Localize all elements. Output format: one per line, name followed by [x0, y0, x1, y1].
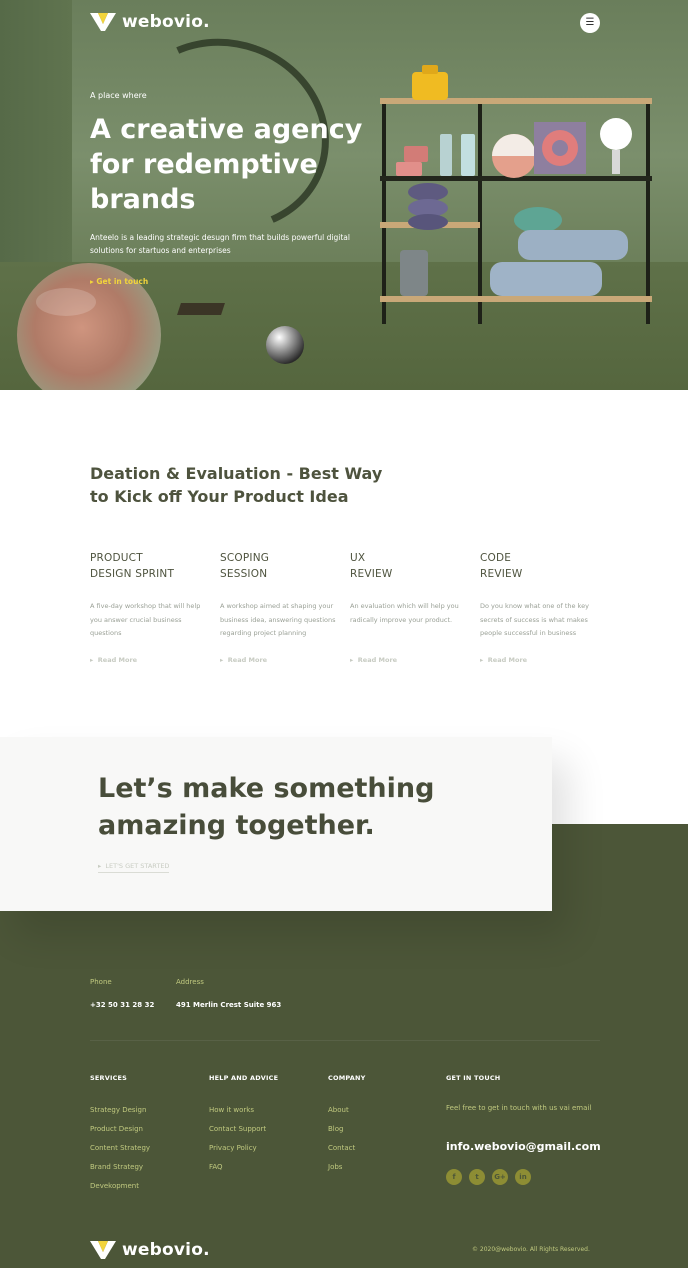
read-more-link[interactable]: ▸ Read More	[350, 656, 397, 664]
read-more-link[interactable]: ▸ Read More	[90, 656, 137, 664]
service-card-text: An evaluation which will help you radica…	[350, 602, 459, 624]
service-card-text: A five-day workshop that will help you a…	[90, 602, 201, 637]
footer-column-heading: COMPANY	[328, 1074, 366, 1082]
play-arrow-icon: ▸	[480, 656, 488, 664]
get-in-touch-text: Feel free to get in touch with us vai em…	[446, 1104, 592, 1112]
service-card-title-line: PRODUCT	[90, 552, 143, 564]
contact-email[interactable]: info.webovio@gmail.com	[446, 1140, 601, 1153]
twitter-icon[interactable]: t	[469, 1169, 485, 1185]
footer-link[interactable]: Product Design	[90, 1125, 150, 1144]
service-card-title-line: CODE	[480, 552, 512, 564]
hero-title-line: for redemptive	[90, 149, 318, 180]
read-more-label: Read More	[487, 656, 528, 664]
linkedin-icon[interactable]: in	[515, 1169, 531, 1185]
service-card-title-line: REVIEW	[350, 568, 393, 580]
play-arrow-icon: ▸	[350, 656, 358, 664]
footer-link[interactable]: About	[328, 1106, 366, 1125]
social-links: f t G+ in	[446, 1169, 531, 1185]
footer-column-services: SERVICES Strategy Design Product Design …	[90, 1074, 150, 1201]
footer-column-company: COMPANY About Blog Contact Jobs	[328, 1074, 366, 1182]
hero-section: webovio. ☰ A place where A creative agen…	[0, 0, 688, 390]
service-card: SCOPING SESSION A workshop aimed at shap…	[220, 550, 340, 664]
hero-title-line: brands	[90, 184, 196, 215]
footer-divider	[90, 1040, 600, 1041]
footer-link-list: Strategy Design Product Design Content S…	[90, 1106, 150, 1201]
service-card: CODE REVIEW Do you know what one of the …	[480, 550, 600, 664]
get-in-touch-label: Get in touch	[96, 277, 149, 286]
footer-link-list: How it works Contact Support Privacy Pol…	[209, 1106, 278, 1182]
lets-get-started-label: LET'S GET STARTED	[105, 862, 170, 870]
footer-link[interactable]: FAQ	[209, 1163, 278, 1182]
address-label: Address	[176, 978, 204, 986]
footer-link[interactable]: Devekopment	[90, 1182, 150, 1201]
footer-column-heading: GET IN TOUCH	[446, 1074, 501, 1082]
play-arrow-icon: ▸	[90, 656, 98, 664]
footer-link[interactable]: Content Strategy	[90, 1144, 150, 1163]
cta-title-line: amazing together.	[98, 810, 375, 841]
hero-plate-object	[177, 303, 225, 315]
header-logo[interactable]: webovio.	[90, 12, 210, 32]
footer-link[interactable]: Strategy Design	[90, 1106, 150, 1125]
hero-shelf-illustration	[380, 65, 652, 324]
phone-number[interactable]: +32 50 31 28 32	[90, 1001, 154, 1009]
service-card-title-line: UX	[350, 552, 366, 564]
address-value: 491 Merlin Crest Suite 963	[176, 1001, 282, 1009]
hero-title-line: A creative agency	[90, 114, 363, 145]
read-more-label: Read More	[227, 656, 268, 664]
footer-column-help: HELP AND ADVICE How it works Contact Sup…	[209, 1074, 278, 1182]
service-card-text: A workshop aimed at shaping your busines…	[220, 602, 336, 637]
cta-title: Let’s make something amazing together.	[98, 770, 458, 844]
phone-label: Phone	[90, 978, 112, 986]
process-title-line: to Kick off Your Product Idea	[90, 487, 349, 506]
google-plus-icon[interactable]: G+	[492, 1169, 508, 1185]
play-arrow-icon: ▸	[220, 656, 228, 664]
read-more-label: Read More	[97, 656, 138, 664]
hero-title: A creative agency for redemptive brands	[90, 112, 390, 217]
menu-button[interactable]: ☰	[580, 13, 600, 33]
process-title: Deation & Evaluation - Best Way to Kick …	[90, 462, 410, 508]
read-more-link[interactable]: ▸ Read More	[480, 656, 527, 664]
read-more-link[interactable]: ▸ Read More	[220, 656, 267, 664]
footer-link-list: About Blog Contact Jobs	[328, 1106, 366, 1182]
footer-logo[interactable]: webovio.	[90, 1240, 210, 1260]
footer-link[interactable]: Brand Strategy	[90, 1163, 150, 1182]
read-more-label: Read More	[357, 656, 398, 664]
footer-link[interactable]: Blog	[328, 1125, 366, 1144]
service-card: UX REVIEW An evaluation which will help …	[350, 550, 470, 664]
service-card-title: UX REVIEW	[350, 550, 470, 582]
logo-icon	[90, 13, 116, 31]
service-card-text: Do you know what one of the key secrets …	[480, 602, 589, 637]
hero-eyebrow: A place where	[90, 91, 147, 100]
service-card-title: SCOPING SESSION	[220, 550, 340, 582]
service-card-title-line: REVIEW	[480, 568, 523, 580]
footer-link[interactable]: Privacy Policy	[209, 1144, 278, 1163]
footer-column-heading: SERVICES	[90, 1074, 128, 1082]
cta-title-line: Let’s make something	[98, 773, 435, 804]
logo-icon	[90, 1241, 116, 1259]
hero-chrome-ball	[266, 326, 304, 364]
footer-column-heading: HELP AND ADVICE	[209, 1074, 279, 1082]
hero-description: Anteelo is a leading strategic desugn fi…	[90, 233, 350, 255]
footer-link[interactable]: Jobs	[328, 1163, 366, 1182]
service-card-title: PRODUCT DESIGN SPRINT	[90, 550, 210, 582]
service-card: PRODUCT DESIGN SPRINT A five-day worksho…	[90, 550, 210, 664]
service-card-title-line: SCOPING	[220, 552, 270, 564]
service-card-title-line: DESIGN SPRINT	[90, 568, 175, 580]
logo-wordmark: webovio.	[122, 12, 210, 32]
lets-get-started-link[interactable]: ▸ LET'S GET STARTED	[98, 862, 170, 873]
get-in-touch-link[interactable]: ▸ Get in touch	[90, 277, 148, 286]
footer-column-touch: GET IN TOUCH	[446, 1074, 500, 1082]
footer-link[interactable]: How it works	[209, 1106, 278, 1125]
copyright: © 2020@webovio. All Rights Reserved.	[472, 1246, 590, 1253]
logo-wordmark: webovio.	[122, 1240, 210, 1260]
process-title-line: Deation & Evaluation - Best Way	[90, 464, 383, 483]
footer-link[interactable]: Contact	[328, 1144, 366, 1163]
menu-icon: ☰	[585, 17, 595, 28]
service-card-title: CODE REVIEW	[480, 550, 600, 582]
hero-wall	[0, 0, 72, 270]
service-card-title-line: SESSION	[220, 568, 268, 580]
footer-link[interactable]: Contact Support	[209, 1125, 278, 1144]
facebook-icon[interactable]: f	[446, 1169, 462, 1185]
